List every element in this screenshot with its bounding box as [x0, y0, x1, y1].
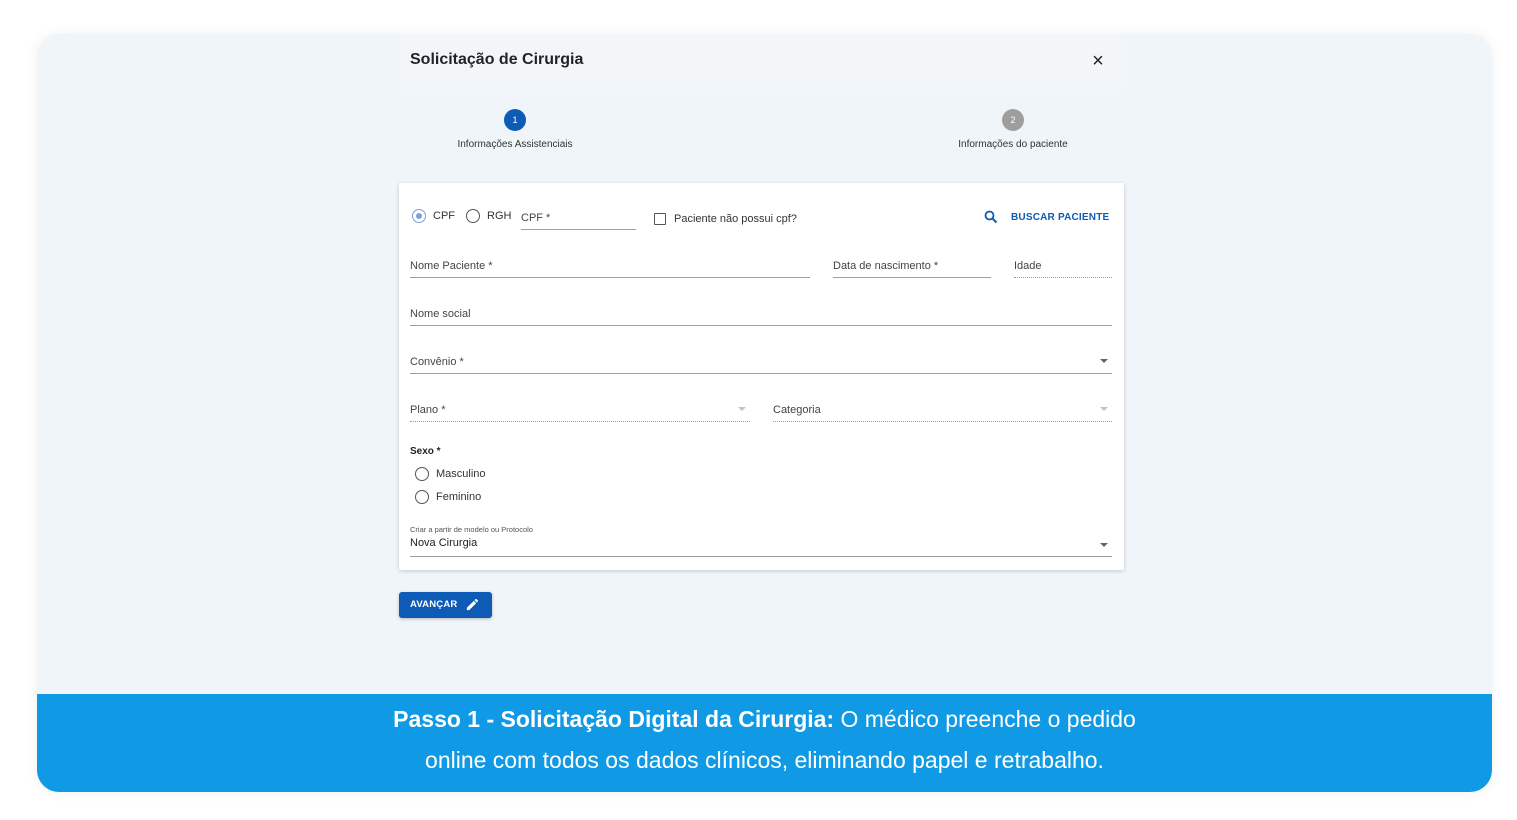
- dialog-title: Solicitação de Cirurgia: [410, 51, 584, 68]
- banner-line-2: online com todos os dados clínicos, elim…: [425, 747, 1104, 773]
- radio-rgh-label: RGH: [487, 210, 512, 222]
- close-icon[interactable]: ×: [1088, 51, 1108, 71]
- cpf-input[interactable]: CPF *: [521, 207, 636, 230]
- step-1-number: 1: [504, 109, 526, 131]
- cpf-placeholder: CPF *: [521, 212, 551, 224]
- advance-button[interactable]: AVANÇAR: [399, 592, 492, 618]
- step-1[interactable]: 1 Informações Assistenciais: [415, 109, 615, 150]
- age-placeholder: Idade: [1014, 260, 1042, 272]
- search-icon: [984, 210, 998, 224]
- advance-label: AVANÇAR: [410, 599, 458, 610]
- social-name-input[interactable]: Nome social: [410, 303, 1112, 326]
- search-patient-label: BUSCAR PACIENTE: [1011, 212, 1110, 223]
- step-2-number: 2: [1002, 109, 1024, 131]
- template-dropdown-icon: [1100, 543, 1108, 547]
- social-name-placeholder: Nome social: [410, 308, 471, 320]
- step-2-label: Informações do paciente: [958, 139, 1068, 150]
- dialog-header: Solicitação de Cirurgia ×: [399, 34, 1124, 92]
- radio-feminino-label: Feminino: [436, 491, 482, 503]
- radio-cpf[interactable]: [412, 209, 426, 223]
- step-1-label: Informações Assistenciais: [457, 139, 573, 150]
- age-input: Idade: [1014, 255, 1112, 278]
- categoria-select[interactable]: Categoria: [773, 399, 1112, 422]
- plano-placeholder: Plano *: [410, 404, 446, 416]
- no-cpf-checkbox[interactable]: [654, 213, 666, 225]
- plano-select[interactable]: Plano *: [410, 399, 750, 422]
- radio-feminino[interactable]: [415, 490, 429, 504]
- step-2[interactable]: 2 Informações do paciente: [913, 109, 1113, 150]
- categoria-dropdown-icon: [1100, 407, 1108, 411]
- no-cpf-label: Paciente não possui cpf?: [674, 213, 797, 225]
- convenio-select[interactable]: Convênio *: [410, 351, 1112, 374]
- search-patient-button[interactable]: BUSCAR PACIENTE: [984, 210, 1109, 226]
- plano-dropdown-icon: [738, 407, 746, 411]
- radio-masculino[interactable]: [415, 467, 429, 481]
- banner-line-1: Passo 1 - Solicitação Digital da Cirurgi…: [37, 694, 1492, 740]
- patient-name-placeholder: Nome Paciente *: [410, 260, 493, 272]
- banner-bold: Passo 1 - Solicitação Digital da Cirurgi…: [393, 706, 835, 732]
- birth-date-input[interactable]: Data de nascimento *: [833, 255, 991, 278]
- caption-banner: Passo 1 - Solicitação Digital da Cirurgi…: [37, 694, 1492, 792]
- screenshot-frame: Solicitação de Cirurgia × 1 Informações …: [37, 34, 1492, 792]
- template-select[interactable]: Criar a partir de modelo ou Protocolo No…: [410, 523, 1112, 557]
- categoria-placeholder: Categoria: [773, 404, 821, 416]
- radio-masculino-label: Masculino: [436, 468, 486, 480]
- radio-cpf-label: CPF: [433, 210, 455, 222]
- form-card: CPF RGH CPF * Paciente não possui cpf? B…: [399, 183, 1124, 570]
- patient-name-input[interactable]: Nome Paciente *: [410, 255, 810, 278]
- sex-title: Sexo *: [410, 446, 441, 457]
- radio-rgh[interactable]: [466, 209, 480, 223]
- banner-line1-rest: O médico preenche o pedido: [834, 706, 1136, 732]
- convenio-dropdown-icon: [1100, 359, 1108, 363]
- convenio-placeholder: Convênio *: [410, 356, 464, 368]
- birth-date-placeholder: Data de nascimento *: [833, 260, 939, 272]
- pencil-icon: [466, 598, 479, 611]
- template-caption: Criar a partir de modelo ou Protocolo: [410, 525, 533, 534]
- template-value: Nova Cirurgia: [410, 537, 478, 549]
